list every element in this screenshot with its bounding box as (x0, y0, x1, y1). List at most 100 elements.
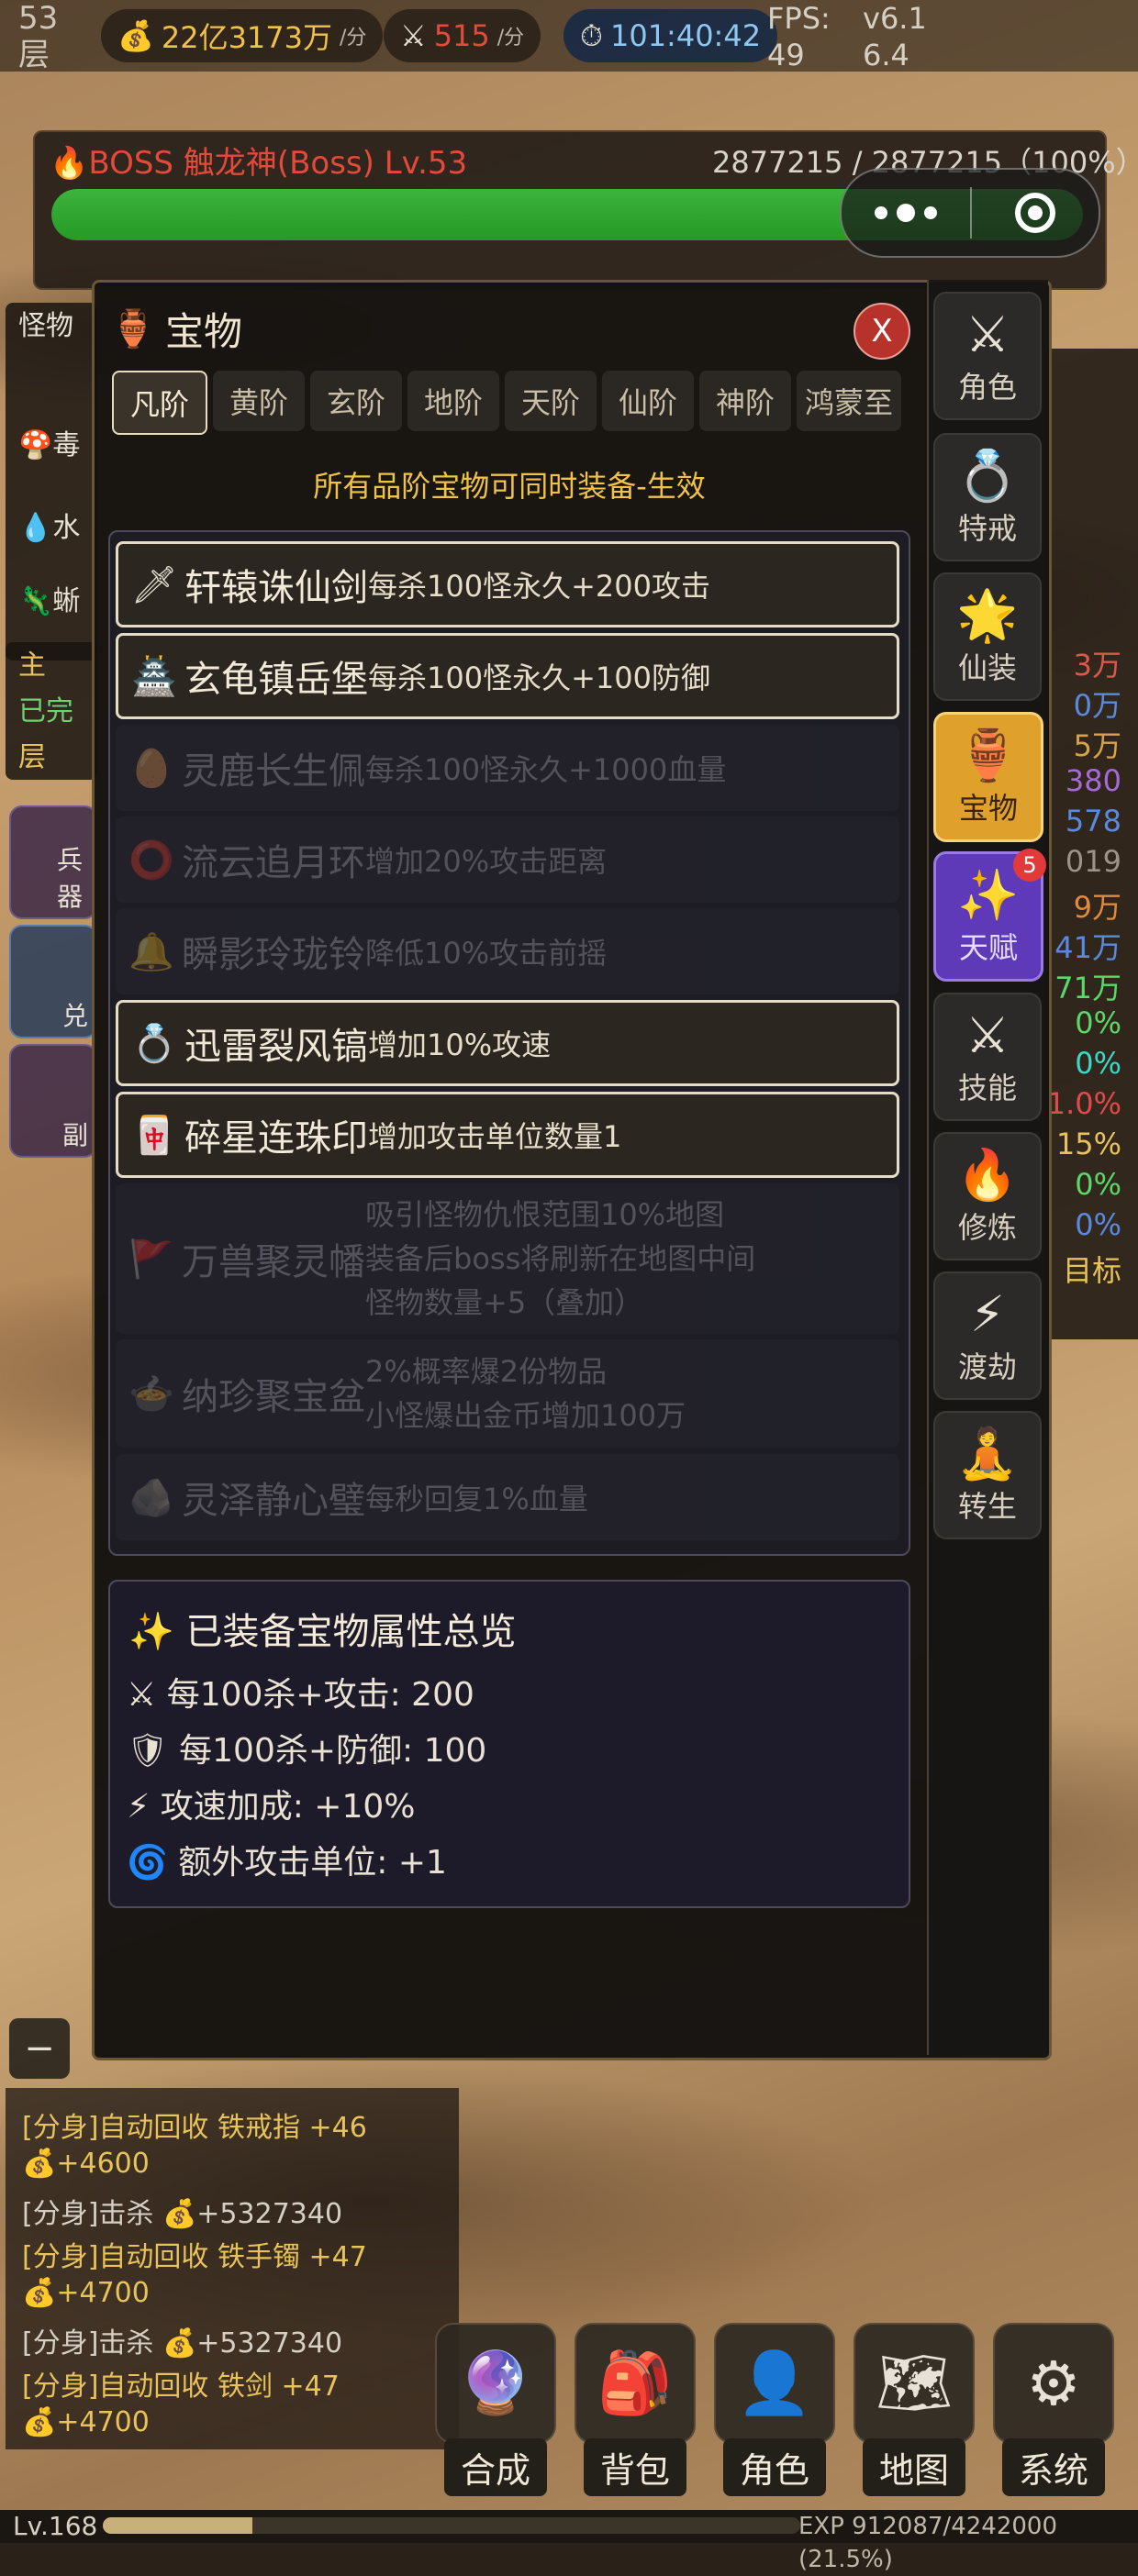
gold-rate-unit: /分 (340, 27, 367, 50)
player-level: Lv.168 (13, 2511, 98, 2541)
stat-value: 3万 (1073, 648, 1121, 683)
treasure-name: 灵泽静心璧 (182, 1480, 365, 1522)
treasure-desc: 每杀100怪永久+200攻击 (368, 569, 710, 604)
sparkles-icon: ✨ (128, 1611, 186, 1653)
tab-4[interactable]: 天阶 (505, 371, 597, 431)
treasure-row[interactable]: 🀄 碎星连珠印 增加攻击单位数量1 (116, 1092, 899, 1178)
treasure-name: 流云追月环 (182, 842, 365, 884)
rank-tabs: 凡阶 黄阶 玄阶 地阶 天阶 仙阶 神阶 鸿蒙至 (112, 371, 909, 435)
side-nav-6[interactable]: 🔥 修炼 (933, 1132, 1042, 1260)
treasure-desc: 2%概率爆2份物品 小怪爆出金币增加100万 (365, 1354, 686, 1433)
close-miniprogram-icon[interactable] (972, 193, 1099, 233)
stat-value: 578 (1065, 804, 1121, 838)
log-line: [分身]自动回收 铁戒指 +46 (22, 2112, 367, 2144)
weapon-button[interactable]: 兵器 (9, 805, 97, 919)
bottom-nav-2[interactable]: 👤 角色 (714, 2323, 835, 2503)
bottom-nav-3[interactable]: 🗺 地图 (854, 2323, 975, 2503)
bottom-nav-icon: 🔮 (435, 2323, 556, 2444)
treasure-icon: 💍 (131, 1022, 177, 1065)
treasure-icon: 🔔 (128, 930, 174, 973)
tab-3[interactable]: 地阶 (407, 371, 499, 431)
tab-1[interactable]: 黄阶 (213, 371, 305, 431)
tab-7[interactable]: 鸿蒙至 (797, 371, 901, 431)
side-nav-5[interactable]: ⚔ 技能 (933, 993, 1042, 1121)
treasure-row[interactable]: 🏯 玄龟镇岳堡 每杀100怪永久+100防御 (116, 633, 899, 719)
tab-5[interactable]: 仙阶 (602, 371, 694, 431)
stat-value: 380 (1065, 763, 1121, 798)
timer-pill: ⏱ 101:40:42 (563, 9, 778, 62)
side-nav-label: 修炼 (957, 1210, 1017, 1245)
tab-2[interactable]: 玄阶 (310, 371, 402, 431)
collapse-log-button[interactable]: − (9, 2018, 70, 2079)
more-options-icon[interactable] (842, 204, 970, 222)
close-button[interactable]: X (854, 303, 910, 360)
summary-attack: ⚔ 每100杀+攻击: 200 (127, 1676, 474, 1714)
side-nav-4[interactable]: ✨ 天赋 5 (933, 849, 1046, 982)
crossed-swords-icon: ⚔ (400, 18, 427, 53)
treasure-name: 迅雷裂风镐 (184, 1026, 368, 1068)
treasure-icon: 🥚 (128, 747, 174, 790)
treasure-row[interactable]: 🪨 灵泽静心璧 每秒回复1%血量 (116, 1454, 899, 1540)
gold-rate-pill: 💰 22亿3173万 /分 (101, 9, 384, 62)
bottom-nav-1[interactable]: 🎒 背包 (575, 2323, 696, 2503)
monster-list-title: 怪物 (18, 310, 73, 342)
treasure-icon: 🪨 (128, 1476, 174, 1519)
quest-title: 主 (18, 650, 46, 682)
bottom-nav-label: 角色 (722, 2438, 826, 2496)
bottom-nav-4[interactable]: ⚙ 系统 (993, 2323, 1114, 2503)
bottom-nav-0[interactable]: 🔮 合成 (435, 2323, 556, 2503)
treasure-row[interactable]: ⭕ 流云追月环 增加20%攻击距离 (116, 816, 899, 903)
side-nav-3[interactable]: 🏺 宝物 (933, 712, 1043, 842)
dungeon-button[interactable]: 副 (9, 1044, 97, 1158)
kill-rate-value: 515 (433, 18, 490, 53)
bottom-nav-icon: 🗺 (854, 2323, 975, 2444)
log-line: [分身]击杀 💰+5327340 (22, 2198, 343, 2230)
kill-rate-pill: ⚔ 515 /分 (384, 9, 541, 62)
stat-value: 0% (1075, 1207, 1121, 1242)
side-nav-icon: ⚔ (965, 1006, 1010, 1064)
stat-value: 9万 (1073, 890, 1121, 925)
quest-panel: 主 已完 层 (6, 642, 97, 780)
side-nav-label: 技能 (957, 1071, 1017, 1105)
equip-notice: 所有品阶宝物可同时装备-生效 (313, 469, 706, 504)
side-nav-label: 特戒 (957, 511, 1017, 546)
stat-value: 0% (1075, 1167, 1121, 1202)
side-nav-0[interactable]: ⚔ 角色 (933, 292, 1042, 420)
timer-value: 101:40:42 (609, 18, 762, 53)
side-nav-8[interactable]: 🧘 转生 (933, 1411, 1042, 1539)
treasure-desc: 每杀100怪永久+1000血量 (365, 752, 727, 787)
monster-item[interactable]: 🦎蜥 (18, 578, 80, 618)
miniprogram-capsule[interactable] (840, 168, 1100, 258)
stat-value: 019 (1065, 844, 1121, 879)
lightning-icon: ⚡ (127, 1788, 161, 1826)
vase-icon: 🏺 (110, 308, 156, 350)
stat-value: 0% (1075, 1005, 1121, 1040)
treasure-row[interactable]: 🍲 纳珍聚宝盆 2%概率爆2份物品 小怪爆出金币增加100万 (116, 1339, 899, 1448)
treasure-desc: 每杀100怪永久+100防御 (368, 661, 710, 695)
monster-item[interactable]: 💧水 (18, 505, 80, 545)
monster-item[interactable]: 🍄毒 (18, 422, 80, 462)
exp-progress-fill (103, 2517, 253, 2534)
bottom-nav-icon: 🎒 (575, 2323, 696, 2444)
side-nav-icon: ⚔ (965, 305, 1010, 363)
fps-counter: FPS: 49 (767, 1, 831, 72)
treasure-row[interactable]: 🚩 万兽聚灵幡 吸引怪物仇恨范围10%地图 装备后boss将刷新在地图中间 怪物数量… (116, 1183, 899, 1334)
tab-6[interactable]: 神阶 (699, 371, 791, 431)
side-nav-2[interactable]: 🌟 仙装 (933, 572, 1042, 701)
stat-value: 41万 (1054, 930, 1121, 965)
bottom-nav-icon: 👤 (714, 2323, 835, 2444)
treasure-name: 轩辕诛仙剑 (184, 567, 368, 609)
log-line: [分身]自动回收 铁手镯 +47 (22, 2241, 367, 2273)
exchange-button[interactable]: 兑 (9, 925, 97, 1038)
treasure-row[interactable]: 💍 迅雷裂风镐 增加10%攻速 (116, 1000, 899, 1086)
side-nav-1[interactable]: 💍 特戒 (933, 433, 1042, 561)
side-nav-label: 仙装 (957, 650, 1017, 685)
side-nav-7[interactable]: ⚡ 渡劫 (933, 1271, 1042, 1400)
treasure-row[interactable]: 🔔 瞬影玲珑铃 降低10%攻击前摇 (116, 908, 899, 994)
exp-text: EXP 912087/4242000 (21.5%) (798, 2513, 1057, 2573)
treasure-row[interactable]: 🥚 灵鹿长生佩 每杀100怪永久+1000血量 (116, 725, 899, 811)
tab-0[interactable]: 凡阶 (112, 371, 207, 435)
treasure-row[interactable]: 🗡 轩辕诛仙剑 每杀100怪永久+200攻击 (116, 541, 899, 627)
stat-value: 0% (1075, 1046, 1121, 1081)
fire-icon: 🔥 (50, 145, 89, 182)
